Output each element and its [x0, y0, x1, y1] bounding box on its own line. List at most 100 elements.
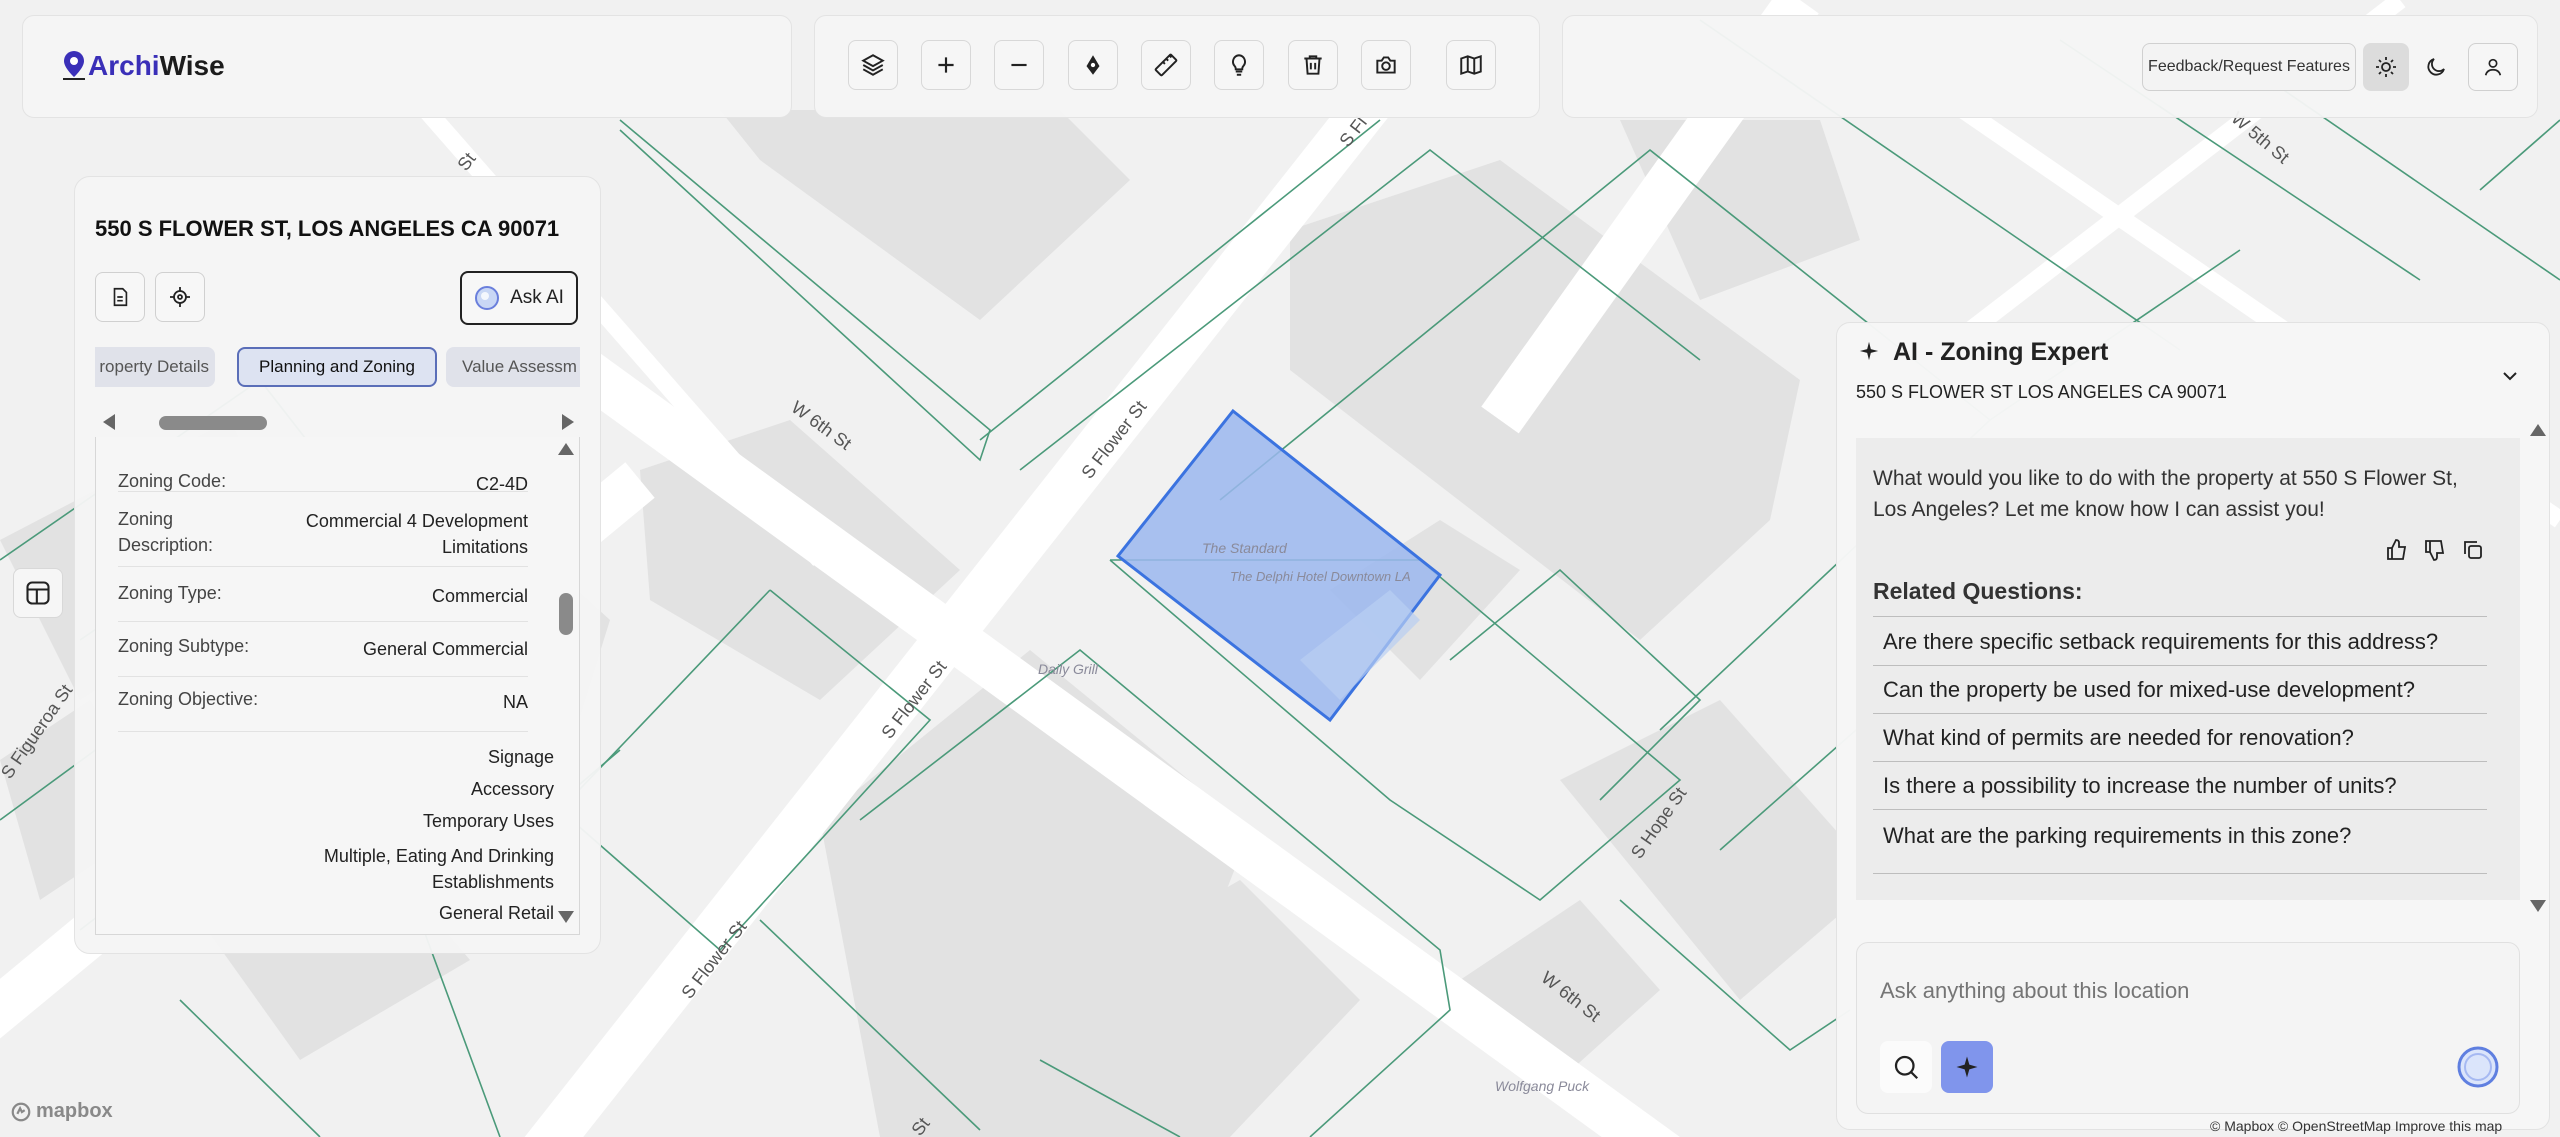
chat-input[interactable] — [1878, 972, 2482, 1010]
permitted-use: Accessory — [470, 779, 554, 799]
related-question[interactable]: Are there specific setback requirements … — [1873, 619, 2487, 666]
zoom-in-button[interactable] — [921, 40, 971, 90]
logo-text-suffix: Wise — [159, 50, 225, 81]
chat-scroll-up-arrow[interactable] — [2530, 424, 2546, 436]
scroll-up-arrow[interactable] — [558, 443, 574, 455]
map-poi-label: Daily Grill — [1038, 661, 1099, 677]
map-poi-label: The Standard — [1202, 540, 1288, 556]
sparkle-icon — [1859, 341, 1879, 361]
chat-address: 550 S FLOWER ST LOS ANGELES CA 90071 — [1856, 382, 2227, 402]
ask-ai-label: Ask AI — [510, 287, 564, 308]
chat-scroll-down-arrow[interactable] — [2530, 900, 2546, 912]
related-divider — [1873, 873, 2487, 874]
search-icon — [1894, 1055, 1919, 1080]
field-label: Zoning Type: — [118, 583, 222, 603]
panel-layout-icon — [26, 581, 50, 605]
map-poi-label: Wolfgang Puck — [1495, 1078, 1590, 1094]
related-question[interactable]: Is there a possibility to increase the n… — [1873, 763, 2487, 810]
delete-button[interactable] — [1288, 40, 1338, 90]
related-divider — [1873, 616, 2487, 617]
field-value: NA — [502, 692, 528, 712]
locate-button[interactable] — [155, 272, 205, 322]
search-mode-button[interactable] — [1880, 1041, 1932, 1093]
moon-icon — [2427, 58, 2445, 76]
map-poi-label: The Delphi Hotel Downtown LA — [1230, 569, 1411, 584]
layers-icon — [861, 54, 885, 76]
scroll-right-arrow[interactable] — [562, 414, 574, 430]
zoom-out-icon — [1011, 63, 1027, 67]
mapbox-logo[interactable]: mapbox — [10, 1100, 113, 1123]
ask-ai-button[interactable]: Ask AI — [460, 271, 578, 325]
thumbs-down-icon[interactable] — [2423, 538, 2447, 562]
field-value: Commercial 4 Development Limitations — [305, 511, 528, 557]
pen-icon — [1086, 55, 1100, 75]
map-attribution[interactable]: © Mapbox © OpenStreetMap Improve this ma… — [2210, 1118, 2502, 1134]
field-label: Zoning Description: — [118, 509, 214, 555]
copy-icon[interactable] — [2461, 538, 2485, 562]
map-icon — [1460, 54, 1482, 76]
scroll-down-arrow[interactable] — [558, 911, 574, 923]
chevron-down-icon — [2503, 372, 2517, 381]
field-zoning-subtype: Zoning Subtype: General Commercial — [118, 622, 528, 677]
sparkle-icon — [1956, 1056, 1978, 1078]
ai-orb-icon — [2457, 1046, 2499, 1088]
ai-mode-button[interactable] — [1941, 1041, 1993, 1093]
related-question[interactable]: What kind of permits are needed for reno… — [1873, 715, 2487, 762]
zoom-out-button[interactable] — [994, 40, 1044, 90]
logo-text-prefix: Archi — [88, 50, 160, 81]
layout-toggle-button[interactable] — [13, 568, 63, 618]
permitted-use: Signage — [487, 747, 554, 767]
related-question[interactable]: Can the property be used for mixed-use d… — [1873, 667, 2487, 714]
basemap-button[interactable] — [1446, 40, 1496, 90]
zoom-in-icon — [938, 57, 954, 73]
crosshair-icon — [170, 287, 190, 307]
field-zoning-type: Zoning Type: Commercial — [118, 567, 528, 622]
draw-button[interactable] — [1068, 40, 1118, 90]
field-zoning-objective: Zoning Objective: NA — [118, 677, 528, 732]
app-logo[interactable]: Archi Wise — [60, 49, 225, 83]
field-label: Zoning Objective: — [118, 689, 259, 709]
field-value: Commercial — [431, 586, 528, 606]
related-question[interactable]: What are the parking requirements in thi… — [1873, 812, 2487, 859]
vertical-scroll-thumb[interactable] — [559, 593, 573, 635]
scroll-left-arrow[interactable] — [103, 414, 115, 430]
measure-button[interactable] — [1141, 40, 1191, 90]
permitted-use: Temporary Uses — [422, 811, 554, 831]
tab-planning-and-zoning[interactable]: Planning and Zoning — [237, 347, 437, 387]
user-icon — [2484, 58, 2502, 76]
screenshot-button[interactable] — [1361, 40, 1411, 90]
tab-value-assessment[interactable]: Value Assessm — [446, 347, 580, 387]
permitted-use: Multiple, Eating And Drinking Establishm… — [323, 846, 554, 892]
chat-title: AI - Zoning Expert — [1893, 338, 2109, 366]
field-zoning-description: Zoning Description: Commercial 4 Develop… — [118, 492, 528, 567]
dark-mode-button[interactable] — [2413, 43, 2459, 91]
thumbs-up-icon[interactable] — [2385, 538, 2409, 562]
field-zoning-code: Zoning Code: C2-4D — [118, 437, 528, 494]
horizontal-scroll-thumb[interactable] — [159, 416, 267, 430]
mapbox-logo-text: mapbox — [36, 1100, 113, 1122]
field-value: General Commercial — [362, 639, 528, 659]
suggestions-button[interactable] — [1214, 40, 1264, 90]
vertical-scrollbar[interactable] — [553, 437, 579, 935]
location-pin-icon — [63, 51, 85, 80]
feedback-button[interactable]: Feedback/Request Features — [2142, 43, 2356, 91]
zoning-fields[interactable]: Zoning Code: C2-4D Zoning Description: C… — [95, 437, 580, 935]
permitted-uses-list: Signage Accessory Temporary Uses Multipl… — [254, 741, 554, 929]
user-account-button[interactable] — [2468, 43, 2518, 91]
tabs-scrollbar[interactable] — [95, 410, 580, 436]
trash-icon — [1304, 55, 1322, 75]
collapse-chat-button[interactable] — [2498, 364, 2522, 388]
report-button[interactable] — [95, 272, 145, 322]
tab-property-details[interactable]: roperty Details — [95, 347, 215, 387]
message-actions — [2385, 538, 2485, 562]
theme-toggle[interactable] — [2363, 43, 2459, 91]
mapbox-icon — [11, 1102, 31, 1121]
field-label: Zoning Subtype: — [118, 636, 250, 656]
property-address: 550 S FLOWER ST, LOS ANGELES CA 90071 — [95, 216, 560, 241]
send-button[interactable] — [2455, 1044, 2501, 1090]
light-mode-button[interactable] — [2363, 43, 2409, 91]
lightbulb-icon — [1232, 54, 1246, 76]
sun-icon — [2376, 57, 2396, 77]
layers-button[interactable] — [848, 40, 898, 90]
ruler-icon — [1154, 53, 1178, 77]
